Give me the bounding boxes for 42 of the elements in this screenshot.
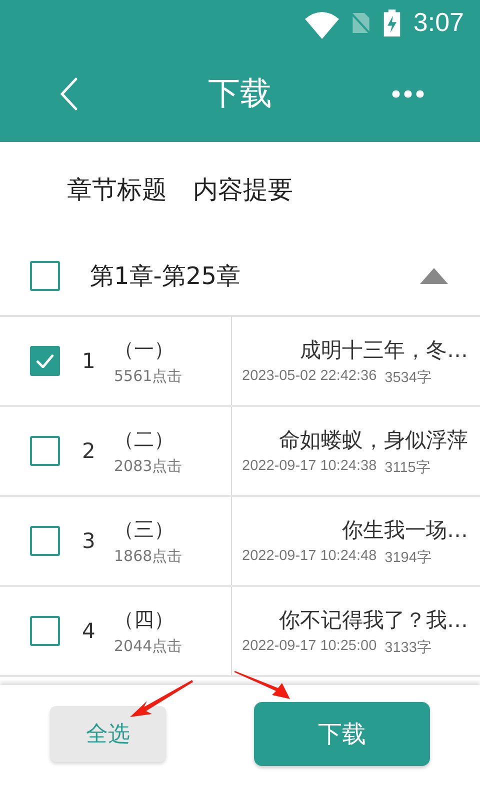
click-count: 1868点击 <box>114 547 182 566</box>
clock-time: 3:07 <box>413 7 464 38</box>
checkbox[interactable] <box>30 261 60 291</box>
checkbox[interactable] <box>30 346 60 376</box>
more-icon[interactable] <box>392 90 424 98</box>
tab[interactable]: 章节标题 <box>67 173 167 206</box>
chapter-summary: 成明十三年，冬… <box>299 336 468 364</box>
word-count: 3115字 <box>384 458 431 476</box>
word-count: 3133字 <box>384 638 432 656</box>
word-count: 3534字 <box>384 368 432 386</box>
chapter-title: （三） <box>114 516 175 543</box>
chapter-title: （四） <box>114 606 175 633</box>
group-label[interactable]: 第1章-第25章 <box>90 260 420 292</box>
check-icon <box>36 354 54 368</box>
chapter-title: （二） <box>114 426 175 453</box>
chapter-title: （一） <box>114 336 175 363</box>
checkbox[interactable] <box>30 526 60 556</box>
chapter-summary: 你不记得我了？我… <box>278 606 468 634</box>
toolbar-title: 下载 <box>208 72 272 114</box>
checkbox[interactable] <box>30 436 60 466</box>
chapter-number: 4 <box>82 619 96 643</box>
update-time: 2022-09-17 10:24:38 <box>242 458 377 476</box>
annotation-arrow <box>234 671 290 701</box>
wifi-icon <box>305 10 340 38</box>
chapter-summary: 你生我一场… <box>341 516 468 544</box>
chapter-number: 3 <box>82 529 96 553</box>
chapter-summary: 命如蝼蚁，身似浮萍 <box>278 426 468 454</box>
back-icon[interactable] <box>58 76 80 110</box>
click-count: 2044点击 <box>114 637 182 656</box>
chapter-number: 2 <box>82 439 96 463</box>
click-count: 5561点击 <box>114 367 182 386</box>
update-time: 2023-05-02 22:42:36 <box>242 368 377 386</box>
checkbox[interactable] <box>30 616 60 646</box>
chapter-number: 1 <box>82 349 96 373</box>
word-count: 3194字 <box>384 548 432 566</box>
collapse-icon[interactable] <box>420 268 448 284</box>
click-count: 2083点击 <box>114 457 182 476</box>
tab[interactable]: 内容提要 <box>193 173 293 206</box>
battery-charging-icon <box>383 8 402 36</box>
annotation-arrow <box>130 679 194 719</box>
update-time: 2022-09-17 10:24:48 <box>242 548 377 566</box>
update-time: 2022-09-17 10:25:00 <box>242 638 377 656</box>
